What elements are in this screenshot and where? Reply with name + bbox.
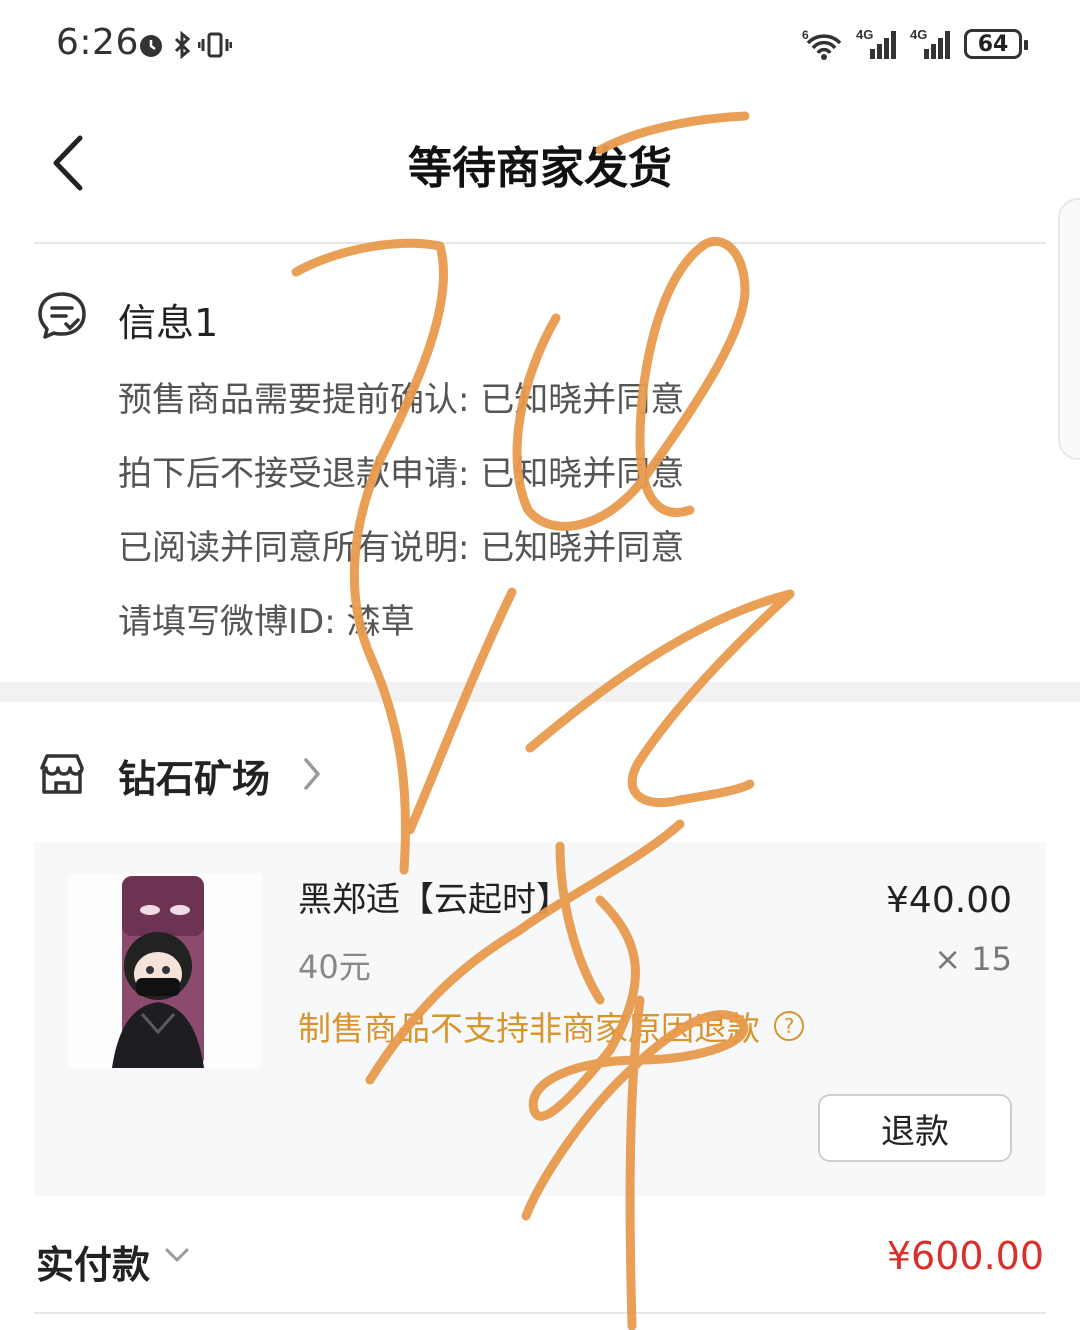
info-value: 潹草 [346,602,415,642]
product-quantity: × 15 [934,940,1012,978]
divider [34,1312,1046,1314]
alarm-icon [140,35,162,57]
status-time: 6:26 [56,22,139,63]
signal-4g-icon: 4G [856,27,896,59]
battery-icon: 64 [964,29,1028,59]
side-handle[interactable] [1058,198,1080,460]
refund-policy-text: 制售商品不支持非商家原因退款 [298,1009,760,1048]
info-value: 已知晓并同意 [480,380,685,420]
svg-text:6: 6 [802,28,809,42]
message-icon [38,292,86,339]
shop-icon [40,754,84,794]
help-icon[interactable]: ? [774,1011,804,1041]
divider [34,242,1046,244]
info-label: 已阅读并同意所有说明: [118,528,470,568]
shop-name[interactable]: 钻石矿场 [118,748,270,803]
info-row: 拍下后不接受退款申请: 已知晓并同意 [118,446,684,495]
refund-button[interactable]: 退款 [818,1094,1012,1162]
info-value: 已知晓并同意 [480,454,685,494]
total-amount: ¥600.00 [886,1234,1044,1278]
info-label: 预售商品需要提前确认: [118,380,470,420]
product-image[interactable] [68,874,262,1068]
bluetooth-icon [174,30,191,60]
info-row: 请填写微博ID: 潹草 [118,594,414,643]
info-label: 请填写微博ID: [118,602,336,642]
wifi-icon: 6 [802,28,842,60]
refund-policy-note: 制售商品不支持非商家原因退款 ? [298,1002,804,1050]
product-name[interactable]: 黑郑适【云起时】 [298,872,570,921]
info-title: 信息1 [118,301,219,345]
chevron-down-icon[interactable] [162,1240,192,1270]
total-label[interactable]: 实付款 [36,1234,150,1289]
svg-text:4G: 4G [856,27,873,42]
info-label: 拍下后不接受退款申请: [118,454,470,494]
page-title: 等待商家发货 [408,143,672,194]
product-price: ¥40.00 [886,880,1012,921]
info-row: 已阅读并同意所有说明: 已知晓并同意 [118,520,684,569]
chevron-right-icon[interactable] [298,754,326,794]
info-row: 预售商品需要提前确认: 已知晓并同意 [118,372,684,421]
status-right: 6 4G 4G 64 [802,24,1028,64]
section-separator [0,682,1080,702]
svg-text:4G: 4G [910,27,927,42]
signal-4g-icon-2: 4G [910,27,950,59]
status-icons [136,28,232,62]
vibrate-icon [198,32,232,58]
product-spec: 40元 [298,948,371,986]
info-value: 已知晓并同意 [480,528,685,568]
